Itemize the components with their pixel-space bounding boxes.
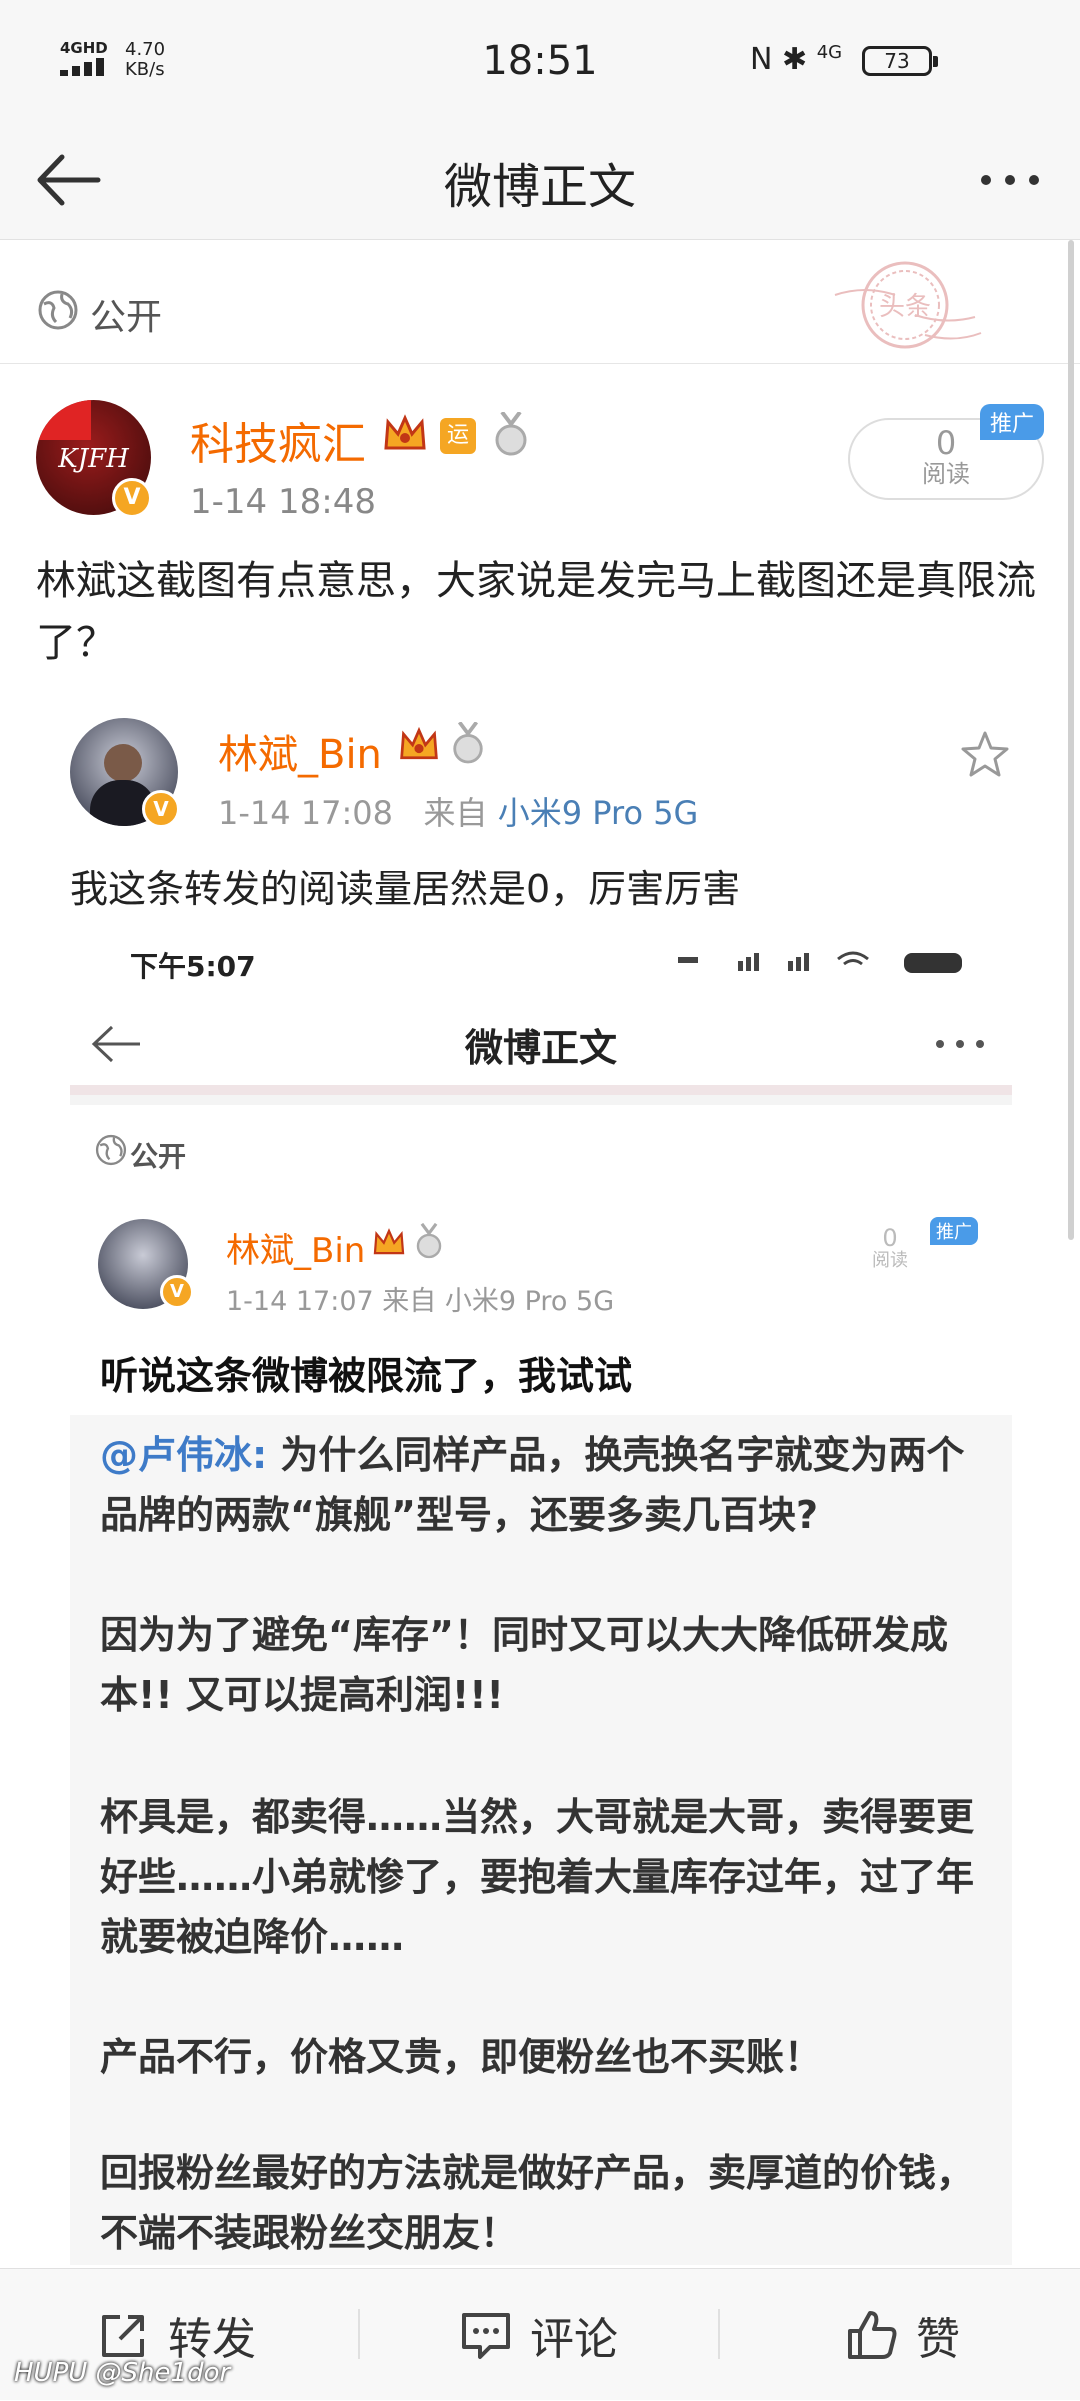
verified-badge-icon: V [112, 478, 152, 518]
shot-visibility-label: 公开 [130, 1140, 187, 1173]
more-dots-icon [981, 175, 1039, 185]
globe-icon [38, 290, 78, 330]
repost-time: 1-14 17:08 [218, 794, 394, 832]
shot-header: 微博正文 [70, 995, 1012, 1095]
headline-stamp-icon: 头条 [834, 261, 982, 349]
battery-icon: 73 [862, 46, 938, 76]
read-count-label: 阅读 [922, 460, 970, 488]
shot-quote-p3: 杯具是，都卖得……当然，大哥就是大哥，卖得要更好些……小弟就惨了，要抱着大量库存… [100, 1795, 975, 1959]
yun-badge-label: 运 [446, 423, 469, 448]
favorite-button[interactable] [958, 728, 1012, 786]
author-name[interactable]: 科技疯汇 [190, 408, 366, 472]
person-figure-icon [104, 744, 142, 782]
avatar-text: KJFH [58, 444, 129, 474]
repost-meta: 1-14 17:08 来自 小米9 Pro 5G [218, 788, 698, 834]
embedded-screenshot[interactable]: 下午5:07 微博正文 公开 V 林斌_Bin 1-14 17:07 来自 小米… [70, 925, 1012, 2265]
shot-medal-icon [414, 1222, 444, 1261]
repost-medal-icon [450, 721, 486, 766]
shot-quote-p1: @卢伟冰: 为什么同样产品，换壳换名字就变为两个品牌的两款“旗舰”型号，还要多卖… [100, 1425, 1000, 1545]
shot-crown-icon [372, 1225, 406, 1259]
medal-icon [492, 410, 530, 458]
shot-globe-icon [95, 1134, 127, 1166]
repost-device-link[interactable]: 小米9 Pro 5G [498, 794, 699, 832]
repost-body: 我这条转发的阅读量居然是0，厉害厉害 [70, 867, 741, 911]
yun-badge: 运 [440, 418, 476, 454]
nav-header: 微博正文 [0, 125, 1080, 240]
shot-verified-badge-icon: V [160, 1275, 194, 1309]
comment-icon [462, 2313, 510, 2359]
shot-quote-p2: 因为为了避免“库存”！同时又可以大大降低研发成本!! 又可以提高利润!!! [100, 1613, 948, 1717]
like-button[interactable]: 赞 [720, 2269, 1080, 2401]
repost-from-label: 来自 [423, 794, 488, 832]
shot-quote-p4: 产品不行，价格又贵，即便粉丝也不买账！ [100, 2035, 823, 2079]
status-icons: N ✱ 4G [750, 42, 842, 77]
star-icon [961, 731, 1009, 777]
share-icon [102, 2315, 144, 2357]
more-button[interactable] [970, 145, 1050, 215]
shot-meta: 1-14 17:07 来自 小米9 Pro 5G [226, 1286, 615, 1317]
post-body: 林斌这截图有点意思，大家说是发完马上截图还是真限流了？ [36, 558, 1036, 666]
post-time: 1-14 18:48 [190, 482, 376, 522]
nfc-icon: N [750, 42, 773, 77]
shot-author-name: 林斌_Bin [226, 1231, 366, 1271]
page-title: 微博正文 [443, 159, 636, 215]
shot-read-label: 阅读 [872, 1250, 908, 1271]
shot-headline: 听说这条微博被限流了，我试试 [100, 1354, 633, 1398]
like-label: 赞 [916, 2314, 960, 2365]
shot-more-dots-icon [936, 1040, 984, 1048]
shot-promote-tag: 推广 [930, 1217, 978, 1245]
shot-title: 微博正文 [464, 1026, 617, 1070]
shot-status-icons [678, 951, 962, 973]
bluetooth-icon: ✱ [782, 42, 808, 77]
visibility-label: 公开 [90, 297, 163, 338]
shot-status-time: 下午5:07 [130, 950, 256, 983]
status-bar: 4GHD 4.70 KB/s 18:51 N ✱ 4G 73 [0, 0, 1080, 125]
stamp-label: 头条 [879, 292, 931, 322]
shot-status-bar: 下午5:07 [70, 925, 1012, 995]
comment-button[interactable]: 评论 [360, 2269, 720, 2401]
comment-label: 评论 [530, 2314, 618, 2365]
crown-vip-icon [382, 412, 428, 454]
thumbs-up-icon [848, 2311, 897, 2359]
shot-mention-link: @卢伟冰: [100, 1433, 268, 1477]
repost-verified-badge-icon: V [142, 790, 180, 828]
shot-quoted-post: @卢伟冰: 为什么同样产品，换壳换名字就变为两个品牌的两款“旗舰”型号，还要多卖… [70, 1415, 1012, 2265]
promote-tag[interactable]: 推广 [980, 404, 1045, 440]
watermark: HUPU @She1dor [14, 2358, 231, 2388]
repost-crown-icon [398, 724, 440, 764]
scrollbar[interactable] [1068, 240, 1074, 1240]
network-4g-label: 4G [816, 42, 843, 63]
avatar-flag [36, 400, 91, 440]
repost-author-name[interactable]: 林斌_Bin [218, 722, 382, 780]
shot-quote-p5: 回报粉丝最好的方法就是做好产品，卖厚道的价钱，不端不装跟粉丝交朋友！ [100, 2151, 975, 2255]
